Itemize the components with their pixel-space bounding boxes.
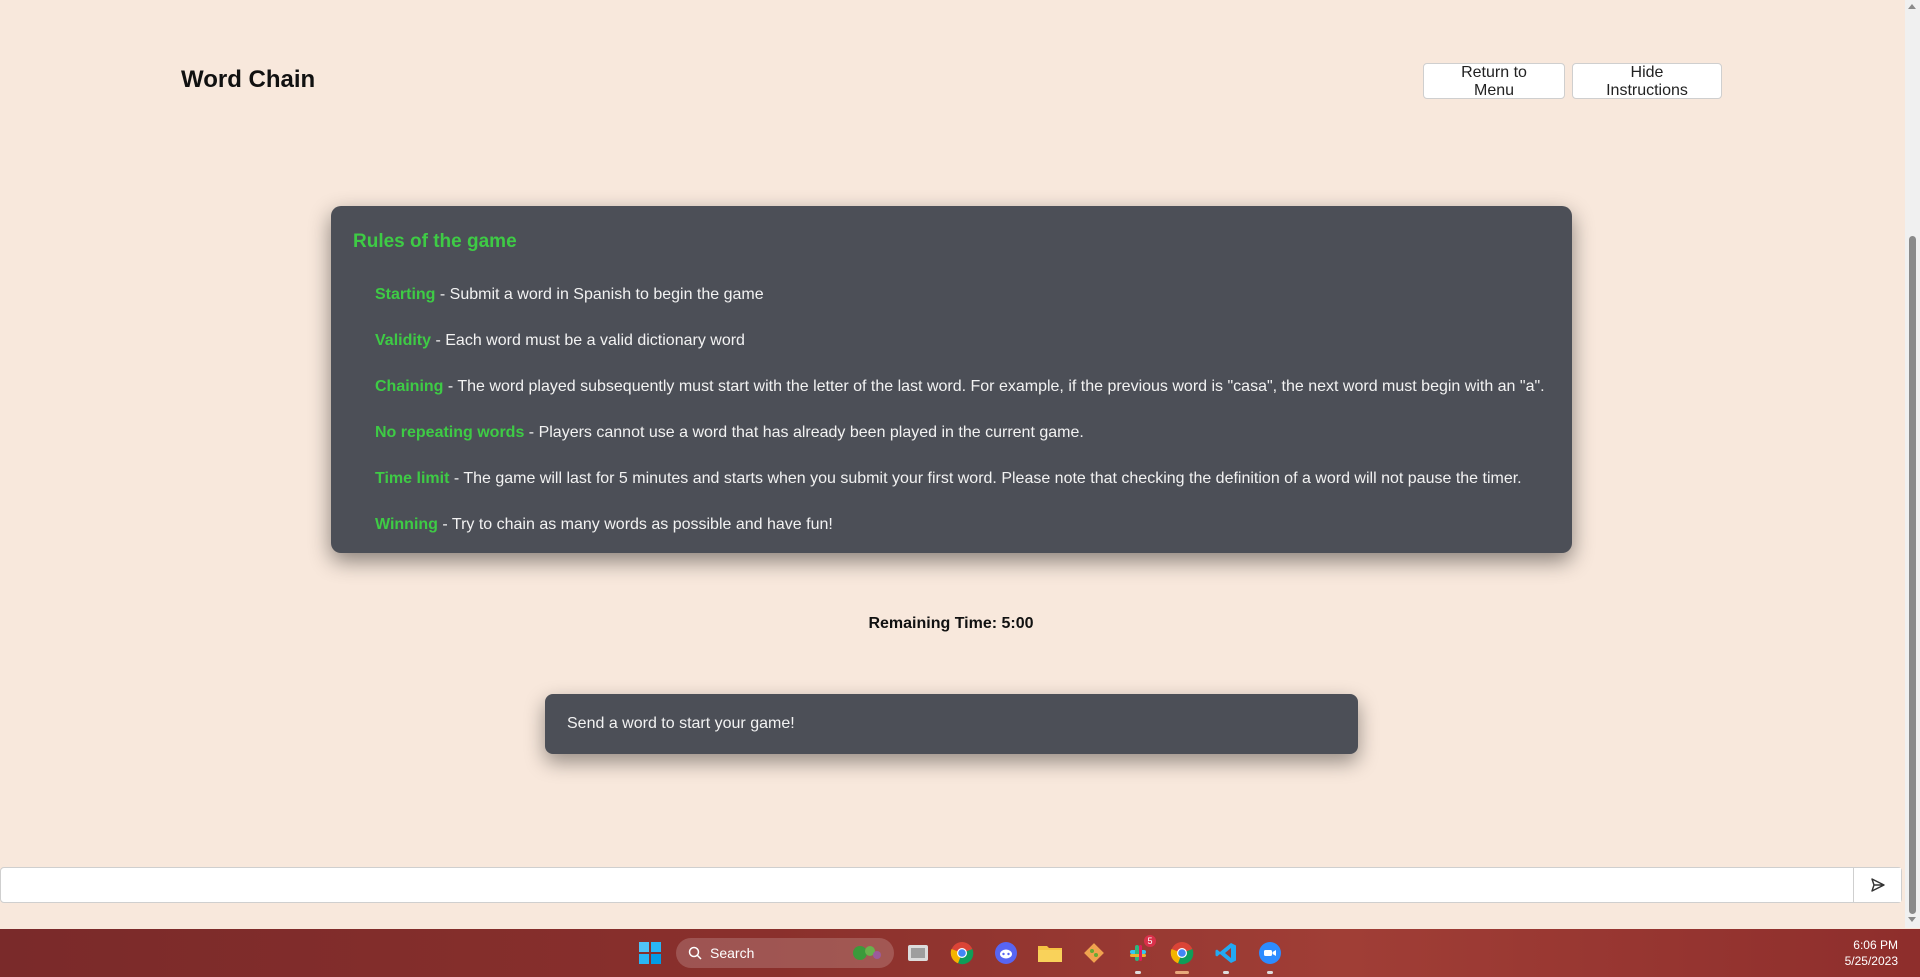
git-icon[interactable] bbox=[1080, 939, 1108, 967]
clock-date: 5/25/2023 bbox=[1844, 954, 1898, 968]
rule-validity: Validity - Each word must be a valid dic… bbox=[375, 332, 1552, 378]
rule-text: - Each word must be a valid dictionary w… bbox=[431, 332, 745, 349]
hide-instructions-button[interactable]: Hide Instructions bbox=[1572, 63, 1722, 99]
game-message: Send a word to start your game! bbox=[545, 694, 1358, 754]
rules-list: Starting - Submit a word in Spanish to b… bbox=[375, 286, 1552, 562]
taskbar-search-label: Search bbox=[710, 945, 755, 961]
clock-time: 6:06 PM bbox=[1853, 938, 1898, 952]
active-indicator bbox=[1175, 971, 1189, 974]
taskbar-search[interactable]: Search bbox=[676, 938, 894, 968]
running-indicator bbox=[1135, 971, 1141, 974]
rules-panel: Rules of the game Starting - Submit a wo… bbox=[331, 206, 1572, 553]
return-to-menu-button[interactable]: Return to Menu bbox=[1423, 63, 1565, 99]
rule-no-repeating: No repeating words - Players cannot use … bbox=[375, 424, 1552, 470]
rule-name: Validity bbox=[375, 332, 432, 349]
rule-text: - The game will last for 5 minutes and s… bbox=[449, 470, 1522, 487]
send-icon bbox=[1870, 878, 1885, 892]
rules-title: Rules of the game bbox=[353, 231, 517, 252]
rule-name: Winning bbox=[375, 516, 438, 533]
file-explorer-icon[interactable] bbox=[904, 939, 932, 967]
scrollbar[interactable] bbox=[1905, 0, 1920, 928]
zoom-icon[interactable] bbox=[1256, 939, 1284, 974]
taskbar-clock[interactable]: 6:06 PM 5/25/2023 bbox=[1845, 937, 1898, 969]
search-icon bbox=[688, 946, 702, 960]
rule-starting: Starting - Submit a word in Spanish to b… bbox=[375, 286, 1552, 332]
rule-text: - The word played subsequently must star… bbox=[443, 378, 1545, 395]
rule-text: - Submit a word in Spanish to begin the … bbox=[435, 286, 764, 303]
send-button[interactable] bbox=[1853, 868, 1901, 902]
chrome-icon[interactable] bbox=[948, 939, 976, 967]
rule-name: Time limit bbox=[375, 470, 450, 487]
vscode-icon[interactable] bbox=[1212, 939, 1240, 974]
chrome-active-icon[interactable] bbox=[1168, 939, 1196, 974]
rule-name: Chaining bbox=[375, 378, 444, 395]
page-title: Word Chain bbox=[181, 66, 316, 93]
folder-icon[interactable] bbox=[1036, 939, 1064, 967]
discord-icon[interactable] bbox=[992, 939, 1020, 967]
scroll-up-icon[interactable] bbox=[1908, 4, 1916, 9]
slack-icon[interactable]: 5 bbox=[1124, 935, 1156, 974]
search-highlight-icon bbox=[853, 946, 881, 960]
scroll-down-icon[interactable] bbox=[1908, 917, 1916, 922]
running-indicator bbox=[1267, 971, 1273, 974]
rule-text: - Players cannot use a word that has alr… bbox=[524, 424, 1084, 441]
rule-chaining: Chaining - The word played subsequently … bbox=[375, 378, 1552, 424]
running-indicator bbox=[1223, 971, 1229, 974]
rule-name: No repeating words bbox=[375, 424, 525, 441]
slack-badge: 5 bbox=[1144, 935, 1156, 947]
page: Word Chain Return to Menu Hide Instructi… bbox=[0, 0, 1902, 928]
scroll-thumb[interactable] bbox=[1909, 236, 1916, 914]
word-input[interactable] bbox=[1, 868, 1853, 902]
rule-name: Starting bbox=[375, 286, 436, 303]
taskbar: Search 5 6:06 PM 5/25/2023 bbox=[0, 929, 1920, 977]
rule-time-limit: Time limit - The game will last for 5 mi… bbox=[375, 470, 1552, 516]
rule-winning: Winning - Try to chain as many words as … bbox=[375, 516, 1552, 562]
windows-start-icon[interactable] bbox=[636, 939, 664, 967]
remaining-time: Remaining Time: 5:00 bbox=[868, 615, 1034, 632]
word-input-bar bbox=[0, 867, 1902, 903]
rule-text: - Try to chain as many words as possible… bbox=[437, 516, 833, 533]
